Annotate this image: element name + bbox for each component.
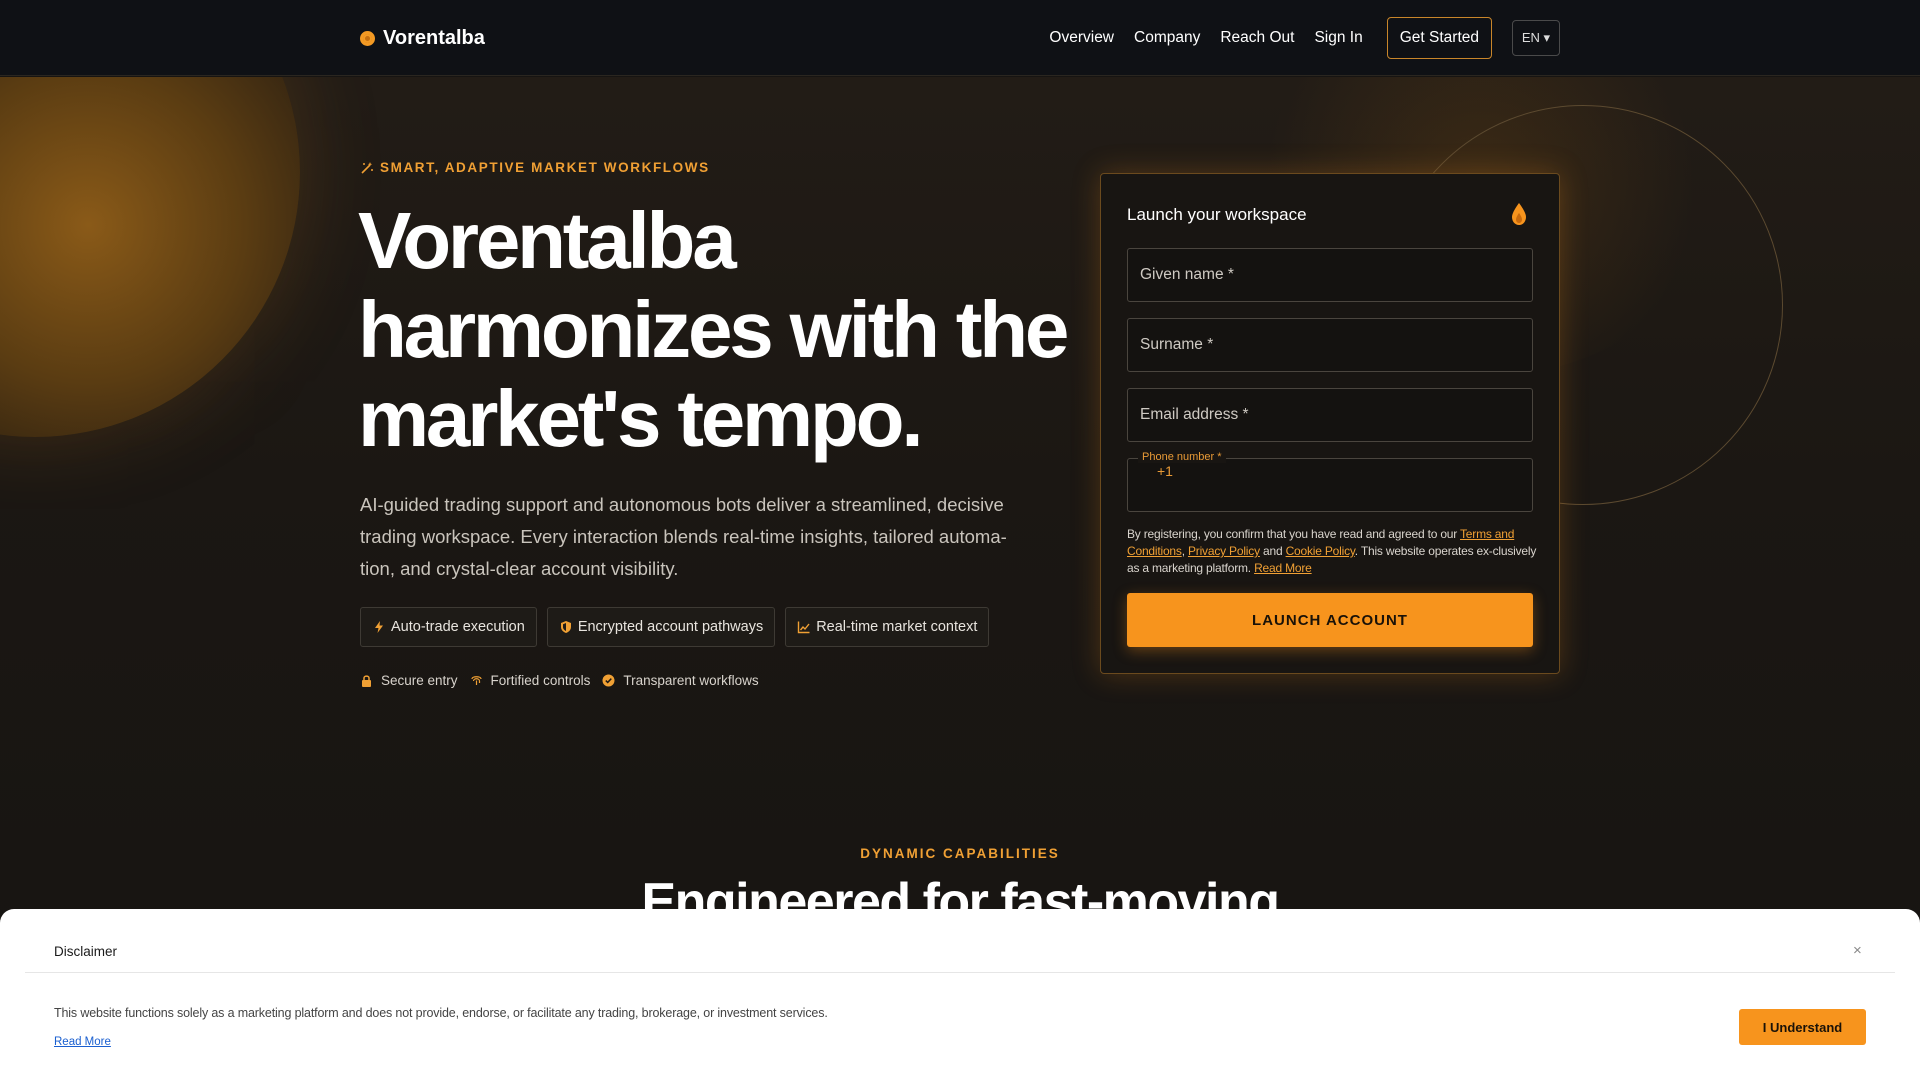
surname-field[interactable]: Surname *: [1127, 318, 1533, 372]
surname-placeholder: Surname *: [1140, 336, 1214, 353]
magic-wand-icon: [361, 161, 373, 174]
chip-label: Auto-trade execution: [391, 619, 525, 635]
brand-logo[interactable]: Vorentalba: [360, 24, 485, 52]
signup-form-card: Launch your workspace Given name * Surna…: [1100, 173, 1560, 674]
decorative-glow-left: [0, 77, 300, 437]
hero-title: Vorentalba harmonizes with the market's …: [358, 196, 1078, 463]
section-eyebrow: DYNAMIC CAPABILITIES: [860, 846, 1060, 861]
given-name-placeholder: Given name *: [1140, 266, 1234, 283]
trust-label: Secure entry: [381, 673, 458, 688]
trust-label: Transparent workflows: [623, 673, 759, 688]
legal-notice: By registering, you confirm that you hav…: [1127, 527, 1537, 575]
legal-and-text: and: [1259, 544, 1286, 558]
lock-icon: [362, 675, 371, 687]
i-understand-button[interactable]: I Understand: [1739, 1009, 1866, 1045]
hero-eyebrow-text: SMART, ADAPTIVE MARKET WORKFLOWS: [380, 160, 710, 175]
legal-pre-text: By registering, you confirm that you hav…: [1127, 527, 1460, 541]
feature-chips: Auto-trade execution Encrypted account p…: [360, 607, 990, 647]
line-chart-icon: [798, 621, 810, 634]
top-navigation-bar: Vorentalba Overview Company Reach Out Si…: [0, 0, 1920, 76]
chip-encrypted-account: Encrypted account pathways: [546, 607, 776, 647]
form-title: Launch your workspace: [1127, 205, 1307, 224]
phone-country-code[interactable]: +1: [1157, 463, 1173, 479]
nav-overview[interactable]: Overview: [1049, 29, 1114, 47]
logo-icon: [360, 30, 375, 46]
nav-sign-in[interactable]: Sign In: [1314, 29, 1362, 47]
lightning-icon: [375, 621, 383, 633]
phone-field[interactable]: Phone number * +1: [1127, 451, 1533, 512]
email-placeholder: Email address *: [1140, 406, 1249, 423]
email-field[interactable]: Email address *: [1127, 388, 1533, 442]
main-nav: Overview Company Reach Out Sign In Get S…: [1049, 17, 1560, 59]
trust-label: Fortified controls: [490, 673, 591, 688]
disclaimer-divider: [25, 972, 1895, 973]
close-icon[interactable]: ×: [1853, 942, 1862, 959]
disclaimer-title: Disclaimer: [54, 944, 118, 959]
language-selector[interactable]: EN ▾: [1512, 20, 1560, 56]
nav-company[interactable]: Company: [1134, 29, 1200, 47]
phone-label: Phone number *: [1138, 451, 1226, 463]
chip-label: Real-time market context: [816, 619, 978, 635]
flame-drop-icon: [1512, 203, 1526, 225]
privacy-link[interactable]: Privacy Policy: [1188, 544, 1260, 558]
chip-auto-trade: Auto-trade execution: [360, 607, 537, 647]
hero-title-line-3: market's tempo.: [358, 374, 924, 463]
check-circle-icon: [602, 674, 615, 687]
legal-read-more-link[interactable]: Read More: [1254, 561, 1312, 575]
chip-market-context: Real-time market context: [785, 607, 990, 647]
hero-subtitle: AI-guided trading support and autonomous…: [360, 494, 1007, 579]
disclaimer-read-more-link[interactable]: Read More: [54, 1036, 111, 1048]
get-started-button[interactable]: Get Started: [1386, 17, 1492, 59]
given-name-field[interactable]: Given name *: [1127, 248, 1533, 302]
chip-label: Encrypted account pathways: [577, 619, 764, 635]
trust-indicators: Secure entry Fortified controls Transpar…: [360, 673, 759, 688]
hero-title-line-2: harmonizes with the: [358, 285, 1069, 374]
trust-secure-entry: Secure entry: [360, 673, 458, 688]
trust-fortified-controls: Fortified controls: [470, 673, 591, 688]
hero-eyebrow: SMART, ADAPTIVE MARKET WORKFLOWS: [360, 160, 710, 175]
cookie-link[interactable]: Cookie Policy: [1286, 544, 1355, 558]
disclaimer-text: This website functions solely as a marke…: [54, 1006, 828, 1020]
nav-reach-out[interactable]: Reach Out: [1220, 29, 1294, 47]
hero-title-line-1: Vorentalba: [358, 196, 737, 285]
launch-account-button[interactable]: LAUNCH ACCOUNT: [1127, 593, 1533, 647]
trust-transparent-workflows: Transparent workflows: [602, 673, 759, 688]
shield-icon: [560, 621, 571, 633]
fingerprint-icon: [470, 676, 482, 685]
brand-name: Vorentalba: [383, 26, 485, 49]
disclaimer-banner: Disclaimer × This website functions sole…: [0, 909, 1920, 1080]
